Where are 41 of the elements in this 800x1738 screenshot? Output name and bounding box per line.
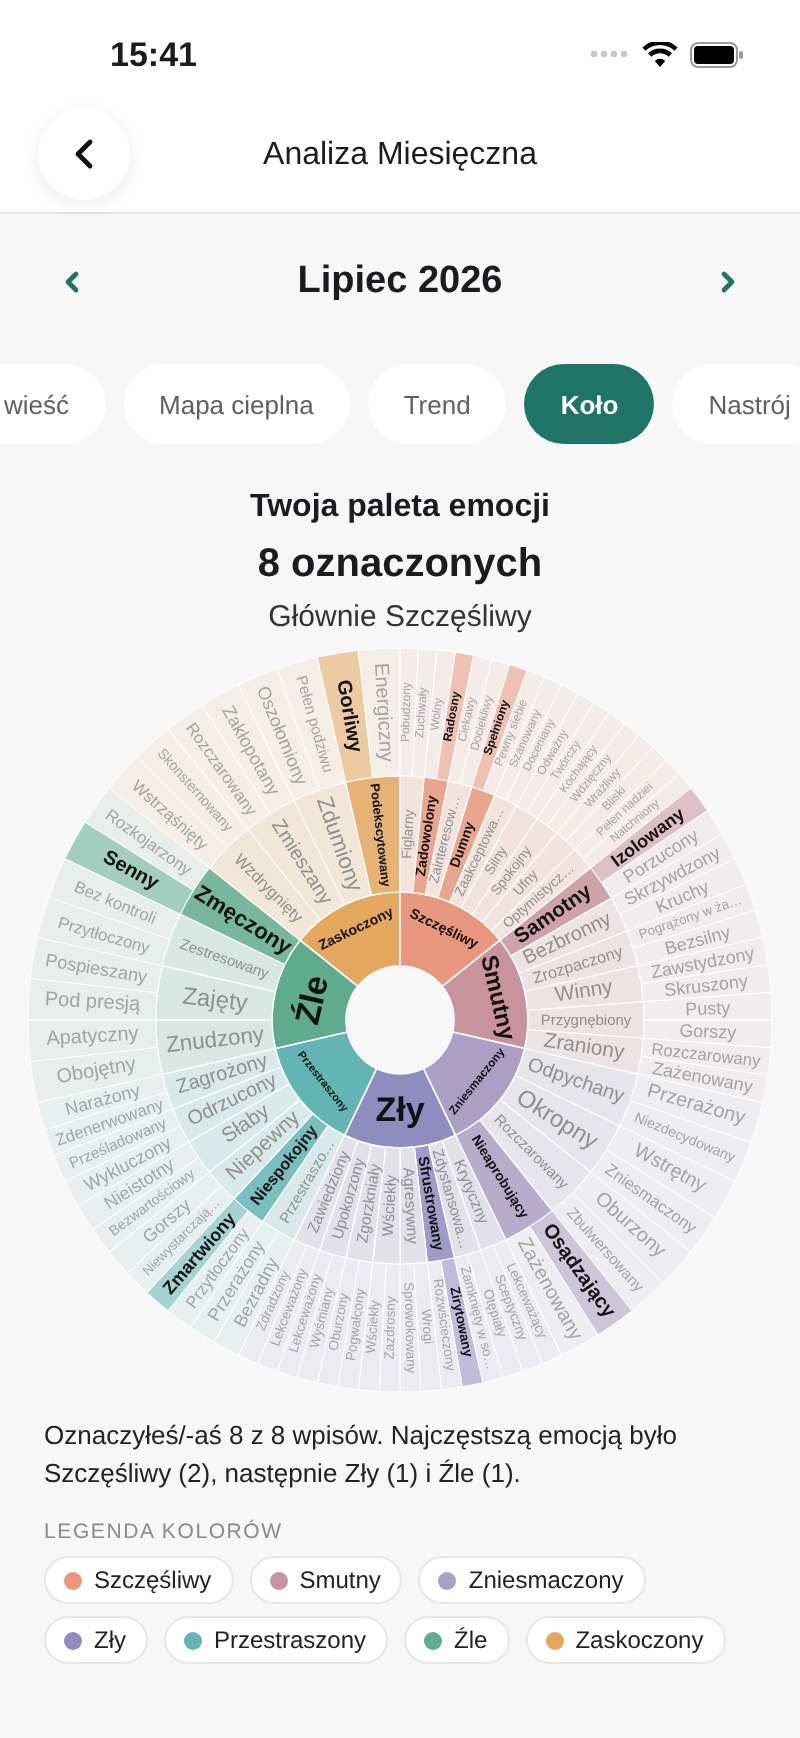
back-icon — [74, 138, 94, 170]
view-tab[interactable]: Nastrój — [672, 364, 800, 444]
chevron-icon — [719, 270, 736, 294]
emotion-label: Zraniony — [542, 1030, 626, 1065]
page-title: Analiza Miesięczna — [263, 138, 537, 174]
emotion-label: Apatyczny — [45, 1023, 140, 1051]
view-tab[interactable]: Trend — [367, 364, 507, 444]
emotion-label: Gorliwy — [331, 678, 366, 755]
legend-label: Zniesmaczony — [468, 1566, 624, 1594]
emotion-label: Zajęty — [181, 981, 250, 1017]
legend-label: Smutny — [299, 1566, 381, 1594]
legend-label: Zaskoczony — [575, 1626, 704, 1654]
legend-label: Przestraszony — [214, 1626, 367, 1654]
legend-label: Szczęśliwy — [94, 1566, 212, 1594]
legend-label: Źle — [454, 1626, 488, 1654]
emotion-label: Zły — [375, 1091, 425, 1129]
card-title: Twoja paleta emocji — [250, 490, 550, 526]
month-label: Lipiec 2026 — [297, 260, 503, 304]
emotion-label: Obojętny — [55, 1054, 138, 1090]
chevron-icon — [64, 270, 80, 294]
view-tab[interactable]: Mapa cieplna — [123, 364, 350, 444]
emotion-label: Smutny — [475, 952, 520, 1043]
marked-count: 8 oznaczonych — [257, 542, 543, 588]
emotion-label: Pod presją — [44, 989, 141, 1017]
emotion-label: Winny — [553, 977, 615, 1008]
summary-text: Oznaczyłeś/-aś 8 z 8 wpisów. Najczęstszą emocją było Szczęśliwy (2), następnie Zły (1) i Źle (1). — [44, 1418, 679, 1492]
emotion-label: Pusty — [685, 997, 731, 1020]
emotion-label: Energiczny — [368, 662, 397, 763]
view-tab[interactable]: wieść — [0, 364, 106, 444]
view-tab[interactable]: Koło — [524, 364, 655, 444]
dominant-emotion: Głównie Szczęśliwy — [268, 600, 532, 634]
emotion-label: Gorszy — [679, 1020, 737, 1043]
wifi-icon — [642, 41, 678, 67]
battery-icon — [690, 41, 744, 67]
signal-icon — [590, 50, 630, 58]
legend-label: Zły — [94, 1626, 126, 1654]
emotion-label: Znudzony — [164, 1023, 266, 1059]
status-time: 15:41 — [110, 36, 197, 76]
legend-title: LEGENDA KOLORÓW — [44, 1520, 285, 1544]
back-button[interactable] — [38, 108, 130, 200]
emotion-label: Źle — [288, 971, 337, 1029]
